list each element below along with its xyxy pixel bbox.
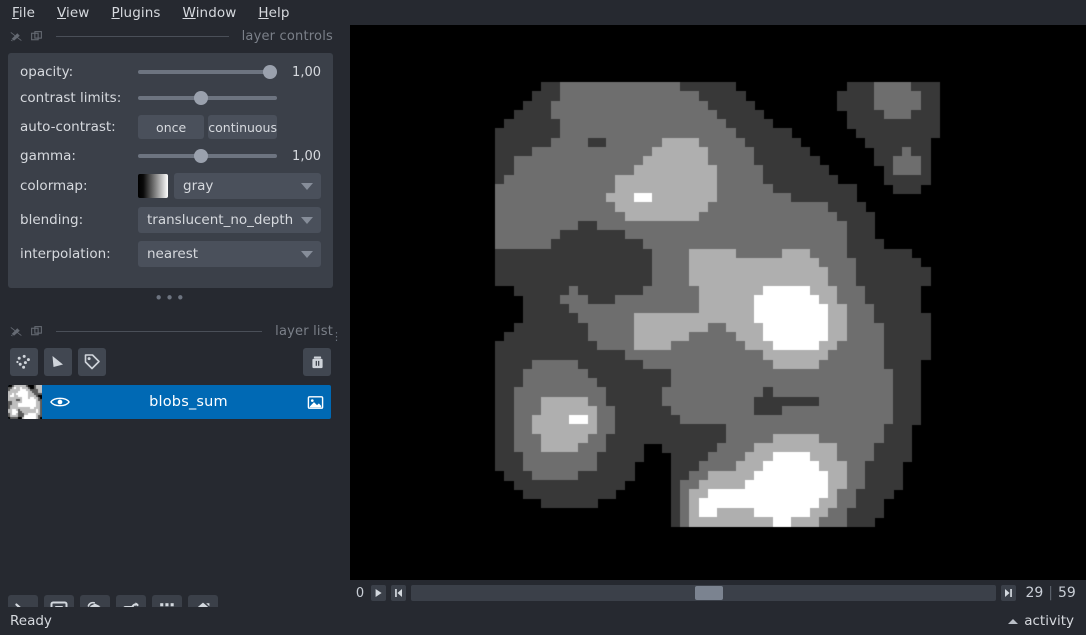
- colormap-label: colormap:: [20, 178, 88, 194]
- auto-contrast-continuous-button[interactable]: continuous: [208, 115, 277, 139]
- dimension-slider-bar: 0 29 | 59: [350, 582, 1086, 604]
- layer-list-dock-title: layer list: [0, 320, 341, 342]
- opacity-field: 1,00: [138, 63, 321, 81]
- colormap-combobox[interactable]: gray: [174, 173, 321, 199]
- dimension-current-value: 29: [1025, 585, 1044, 601]
- blending-field: translucent_no_depth: [138, 207, 321, 233]
- contrast-limits-slider[interactable]: [138, 89, 277, 107]
- dock-title-rule: [56, 35, 229, 37]
- chevron-down-icon: [301, 217, 313, 224]
- contrast-limits-label: contrast limits:: [20, 90, 122, 106]
- colormap-value: gray: [183, 178, 214, 194]
- labels-icon: [84, 354, 100, 370]
- dock-title-rule: [56, 330, 263, 332]
- layer-list-title-label: layer list: [275, 323, 333, 339]
- opacity-label: opacity:: [20, 64, 74, 80]
- new-points-layer-button[interactable]: [10, 348, 38, 376]
- new-labels-layer-button[interactable]: [78, 348, 106, 376]
- status-message: Ready: [10, 613, 52, 629]
- layer-list-item-blobs-sum[interactable]: blobs_sum: [8, 385, 331, 419]
- gamma-field: 1,00: [138, 147, 321, 165]
- interpolation-label: interpolation:: [20, 246, 111, 262]
- step-first-button[interactable]: [391, 585, 406, 601]
- layer-controls-title-label: layer controls: [241, 28, 333, 44]
- dock-options-handle[interactable]: ⋮: [331, 331, 342, 342]
- opacity-slider-groove: [138, 70, 277, 74]
- napari-main-window: File View Plugins Window Help layer cont…: [0, 0, 1086, 635]
- menu-bar: File View Plugins Window Help: [0, 0, 1086, 25]
- chevron-down-icon: [301, 251, 313, 258]
- new-shapes-layer-button[interactable]: [44, 348, 72, 376]
- delete-layer-button[interactable]: [303, 348, 331, 376]
- play-icon: [375, 589, 382, 597]
- dimension-slider-handle[interactable]: [694, 586, 723, 600]
- float-dock-icon[interactable]: [10, 325, 23, 338]
- gamma-slider-handle[interactable]: [194, 149, 209, 163]
- step-last-button[interactable]: [1001, 585, 1017, 601]
- activity-label: activity: [1024, 613, 1074, 629]
- opacity-slider-handle[interactable]: [263, 65, 277, 79]
- left-dock-area: layer controls opacity: 1,00 contrast li…: [0, 25, 342, 625]
- blending-label: blending:: [20, 212, 84, 228]
- dimension-slider-track[interactable]: [411, 585, 997, 601]
- opacity-value: 1,00: [292, 64, 321, 80]
- menu-plugins[interactable]: Plugins: [109, 4, 162, 22]
- colormap-field: gray: [138, 173, 321, 199]
- viewer-canvas[interactable]: [350, 25, 1086, 580]
- blending-value: translucent_no_depth: [147, 212, 294, 228]
- play-button[interactable]: [371, 585, 386, 601]
- layer-list-dock: layer list ⋮ blobs_sum: [0, 320, 342, 419]
- menu-view[interactable]: View: [55, 4, 91, 22]
- menu-window[interactable]: Window: [181, 4, 239, 22]
- dimension-axis-label: 0: [355, 585, 365, 601]
- interpolation-field: nearest: [138, 241, 321, 267]
- interpolation-combobox[interactable]: nearest: [138, 241, 321, 267]
- layer-thumbnail: [8, 385, 42, 419]
- dock-splitter-handle[interactable]: •••: [0, 290, 341, 305]
- activity-button[interactable]: activity: [1008, 613, 1074, 629]
- points-icon: [16, 354, 30, 369]
- layer-buttons-row: ⋮: [0, 331, 342, 376]
- opacity-slider[interactable]: [138, 63, 277, 81]
- step-forward-icon: [1005, 589, 1013, 597]
- layer-type-image-icon: [299, 394, 331, 411]
- trash-icon: [311, 355, 323, 368]
- contrast-limits-field: [138, 89, 321, 107]
- eye-icon: [50, 397, 70, 407]
- auto-contrast-label: auto-contrast:: [20, 119, 116, 135]
- auto-contrast-field: once continuous: [138, 115, 321, 139]
- gamma-label: gamma:: [20, 148, 76, 164]
- status-bar: Ready activity: [0, 607, 1086, 635]
- interpolation-value: nearest: [147, 246, 199, 262]
- dimension-separator: |: [1048, 585, 1053, 601]
- colormap-swatch-icon: [138, 174, 168, 198]
- undock-icon[interactable]: [30, 30, 43, 43]
- gamma-slider[interactable]: [138, 147, 277, 165]
- auto-contrast-once-button[interactable]: once: [138, 115, 205, 139]
- gamma-value: 1,00: [292, 148, 321, 164]
- menu-file[interactable]: File: [10, 4, 37, 22]
- chevron-down-icon: [301, 183, 313, 190]
- step-backward-icon: [395, 589, 402, 597]
- float-dock-icon[interactable]: [10, 30, 23, 43]
- layer-controls-dock-title: layer controls: [0, 25, 341, 47]
- layer-visibility-toggle[interactable]: [42, 395, 78, 409]
- menu-help[interactable]: Help: [256, 4, 291, 22]
- blending-combobox[interactable]: translucent_no_depth: [138, 207, 321, 233]
- contrast-limits-handle[interactable]: [194, 91, 209, 105]
- layer-controls-panel: opacity: 1,00 contrast limits: auto-cont: [8, 53, 333, 288]
- shapes-icon: [52, 356, 63, 367]
- undock-icon[interactable]: [30, 325, 43, 338]
- dimension-max-value: 59: [1058, 585, 1076, 601]
- layer-name-label: blobs_sum: [149, 394, 228, 410]
- chevron-up-icon: [1008, 618, 1019, 624]
